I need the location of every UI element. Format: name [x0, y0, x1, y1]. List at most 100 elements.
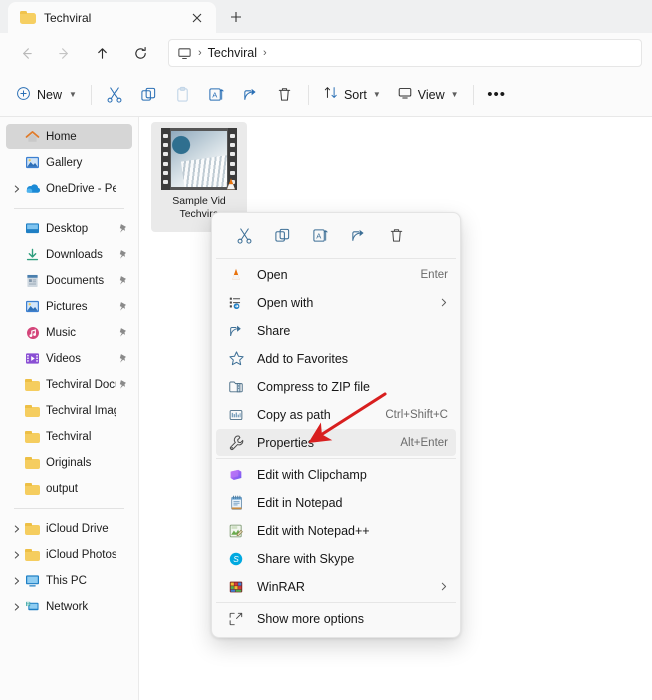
context-menu-item-add-to-favorites[interactable]: Add to Favorites [216, 345, 456, 372]
chevron-down-icon[interactable]: ▼ [451, 90, 459, 99]
back-button[interactable] [10, 38, 42, 68]
context-menu-quick-actions: A [212, 216, 460, 256]
context-menu-item-properties[interactable]: Properties Alt+Enter [216, 429, 456, 456]
context-menu-item-open-with[interactable]: Open with [216, 289, 456, 316]
refresh-button[interactable] [124, 38, 156, 68]
show-more-icon [226, 610, 246, 628]
pin-icon[interactable] [116, 301, 130, 312]
sidebar-item-label: This PC [46, 575, 116, 587]
sidebar-item-desktop[interactable]: › Desktop [6, 216, 132, 241]
winrar-icon [226, 578, 246, 596]
sidebar-item-techviral-documents[interactable]: › Techviral Docum [6, 372, 132, 397]
sort-icon [323, 85, 339, 104]
sidebar-item-icloud-photos[interactable]: iCloud Photos [6, 542, 132, 567]
sidebar-item-gallery[interactable]: › Gallery [6, 150, 132, 175]
network-icon [24, 599, 41, 615]
sidebar-item-label: Network [46, 601, 116, 613]
up-button[interactable] [86, 38, 118, 68]
delete-button[interactable] [268, 80, 302, 110]
folder-icon [24, 403, 41, 419]
chevron-right-icon[interactable] [10, 522, 24, 536]
breadcrumb-separator-1[interactable]: › [198, 47, 202, 59]
sidebar-item-label: Videos [46, 353, 116, 365]
pin-icon[interactable] [116, 353, 130, 364]
chevron-right-icon[interactable] [10, 600, 24, 614]
pin-icon[interactable] [116, 327, 130, 338]
context-menu[interactable]: A [211, 212, 461, 638]
sort-button[interactable]: Sort ▼ [315, 80, 389, 110]
sidebar-item-this-pc[interactable]: This PC [6, 568, 132, 593]
chevron-down-icon[interactable]: ▼ [373, 90, 381, 99]
sidebar-item-originals[interactable]: › Originals [6, 450, 132, 475]
sidebar-item-techviral[interactable]: › Techviral [6, 424, 132, 449]
this-pc-icon[interactable] [177, 46, 192, 61]
chevron-right-icon[interactable] [10, 548, 24, 562]
new-tab-button[interactable] [222, 3, 250, 31]
pin-icon[interactable] [116, 379, 130, 390]
sidebar-item-output[interactable]: › output [6, 476, 132, 501]
navigation-pane[interactable]: › Home › Gallery OneDrive - Persona [0, 117, 138, 700]
sidebar-item-music[interactable]: › Music [6, 320, 132, 345]
paste-button[interactable] [166, 80, 200, 110]
view-button[interactable]: View ▼ [389, 80, 467, 110]
context-menu-item-edit-with-notepadpp[interactable]: Edit with Notepad++ [216, 517, 456, 544]
copy-button[interactable] [264, 220, 300, 250]
notepadpp-icon [226, 522, 246, 540]
pin-icon[interactable] [116, 275, 130, 286]
chevron-right-icon[interactable] [10, 182, 24, 196]
context-menu-item-compress-to-zip[interactable]: Compress to ZIP file [216, 373, 456, 400]
pin-icon[interactable] [116, 223, 130, 234]
chevron-right-icon[interactable] [440, 582, 448, 591]
breadcrumb-current[interactable]: Techviral [208, 46, 257, 60]
sidebar-item-downloads[interactable]: › Downloads [6, 242, 132, 267]
rename-button[interactable]: A [200, 80, 234, 110]
chevron-right-icon[interactable] [440, 298, 448, 307]
file-name-line1: Sample Vid [172, 195, 226, 207]
sidebar-item-onedrive[interactable]: OneDrive - Persona [6, 176, 132, 201]
sidebar-item-label: Techviral [46, 431, 116, 443]
cut-button[interactable] [98, 80, 132, 110]
notepad-icon [226, 494, 246, 512]
copy-button[interactable] [132, 80, 166, 110]
context-menu-item-label: Edit with Clipchamp [257, 468, 448, 482]
sidebar-item-videos[interactable]: › Videos [6, 346, 132, 371]
sidebar-item-pictures[interactable]: › Pictures [6, 294, 132, 319]
sidebar-item-home[interactable]: › Home [6, 124, 132, 149]
breadcrumb-separator-2[interactable]: › [263, 47, 267, 59]
new-button[interactable]: New ▼ [10, 80, 85, 110]
chevron-right-icon[interactable] [10, 574, 24, 588]
documents-icon [24, 273, 41, 289]
pin-icon[interactable] [116, 249, 130, 260]
context-menu-item-winrar[interactable]: WinRAR [216, 573, 456, 600]
folder-icon [24, 377, 41, 393]
context-menu-item-share[interactable]: Share [216, 317, 456, 344]
context-menu-item-share-with-skype[interactable]: S Share with Skype [216, 545, 456, 572]
sidebar-item-techviral-images[interactable]: › Techviral Images [6, 398, 132, 423]
wrench-icon [226, 434, 246, 452]
context-menu-item-open[interactable]: Open Enter [216, 261, 456, 288]
close-icon[interactable] [186, 7, 208, 29]
forward-button[interactable] [48, 38, 80, 68]
share-button[interactable] [234, 80, 268, 110]
context-menu-item-edit-in-notepad[interactable]: Edit in Notepad [216, 489, 456, 516]
context-menu-item-copy-as-path[interactable]: Copy as path Ctrl+Shift+C [216, 401, 456, 428]
sidebar-item-icloud-drive[interactable]: iCloud Drive [6, 516, 132, 541]
sidebar-item-label: Downloads [46, 249, 116, 261]
tab-techviral[interactable]: Techviral [8, 2, 216, 33]
context-menu-item-edit-with-clipchamp[interactable]: Edit with Clipchamp [216, 461, 456, 488]
share-button[interactable] [340, 220, 376, 250]
share-icon [226, 322, 246, 340]
delete-button[interactable] [378, 220, 414, 250]
see-more-button[interactable]: ••• [480, 80, 514, 110]
svg-text:A: A [316, 231, 322, 240]
context-menu-item-shortcut: Enter [421, 269, 449, 281]
context-menu-item-show-more-options[interactable]: Show more options [216, 605, 456, 632]
chevron-down-icon[interactable]: ▼ [69, 90, 77, 99]
folder-icon [20, 11, 36, 24]
address-bar[interactable]: › Techviral › [168, 39, 642, 67]
sidebar-item-documents[interactable]: › Documents [6, 268, 132, 293]
cut-button[interactable] [226, 220, 262, 250]
sidebar-item-network[interactable]: Network [6, 594, 132, 619]
open-with-icon [226, 294, 246, 312]
rename-button[interactable]: A [302, 220, 338, 250]
